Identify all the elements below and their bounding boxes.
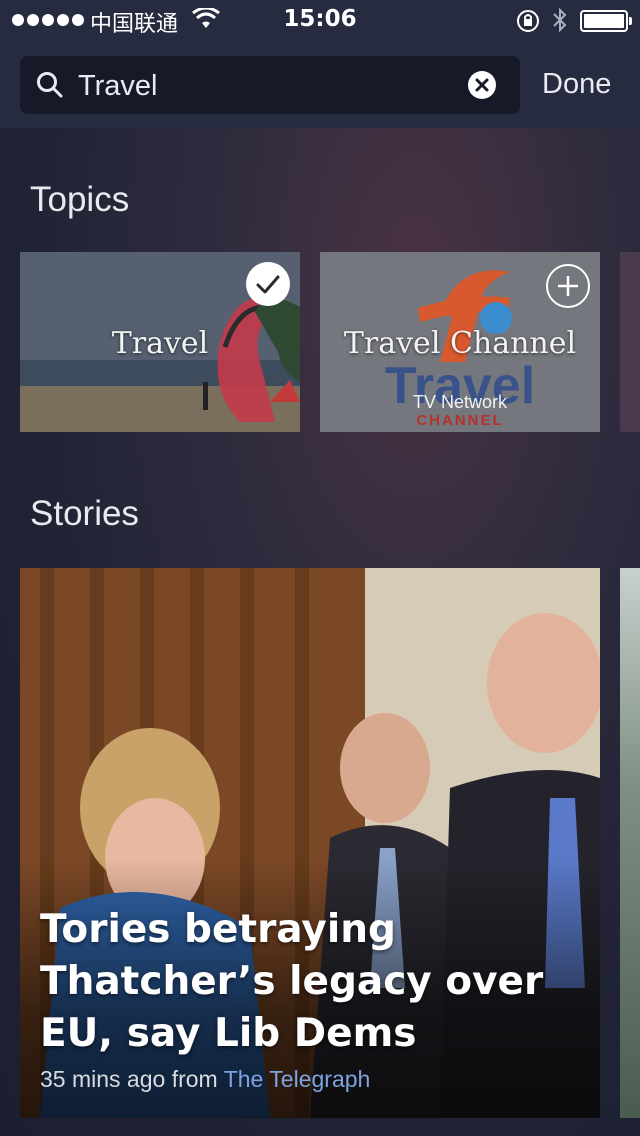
plus-icon [558,276,578,296]
topic-card-travel[interactable]: Travel [20,252,300,432]
done-button[interactable]: Done [542,68,611,101]
story-time: 35 mins ago from [40,1066,218,1092]
topic-label: Travel Channel [343,326,577,361]
story-card[interactable]: Tories betraying Thatcher’s legacy over … [20,568,600,1118]
bluetooth-icon [553,7,567,33]
story-meta: 35 mins ago from The Telegraph [40,1066,370,1093]
selected-checkmark[interactable] [246,262,290,306]
search-bar: Travel Done [0,40,640,128]
stories-heading: Stories [30,494,139,533]
search-icon [37,72,63,98]
rotation-lock-icon [517,10,539,32]
story-headline: Tories betraying Thatcher’s legacy over … [40,907,544,1056]
status-bar: 中国联通 15:06 [0,0,640,40]
topic-card-next[interactable] [620,252,640,432]
checkmark-icon [256,275,280,294]
logo-subword: CHANNEL [416,412,504,429]
topic-label: Travel [111,326,209,361]
search-query: Travel [78,70,158,102]
story-source-link[interactable]: The Telegraph [224,1066,371,1092]
carrier-name: 中国联通 [90,12,179,37]
wifi-icon [192,8,220,28]
topic-subtitle: TV Network [412,392,508,412]
clear-search-button[interactable] [468,71,496,99]
close-icon [475,78,489,92]
topic-card-travel-channel[interactable]: Travel CHANNEL Travel Channel TV Network [320,252,600,432]
search-input[interactable]: Travel [20,56,520,114]
add-topic-button[interactable] [546,264,590,308]
battery-icon [580,10,632,32]
signal-strength-icon [12,14,84,26]
topics-heading: Topics [30,180,130,219]
story-card-next[interactable] [620,568,640,1118]
